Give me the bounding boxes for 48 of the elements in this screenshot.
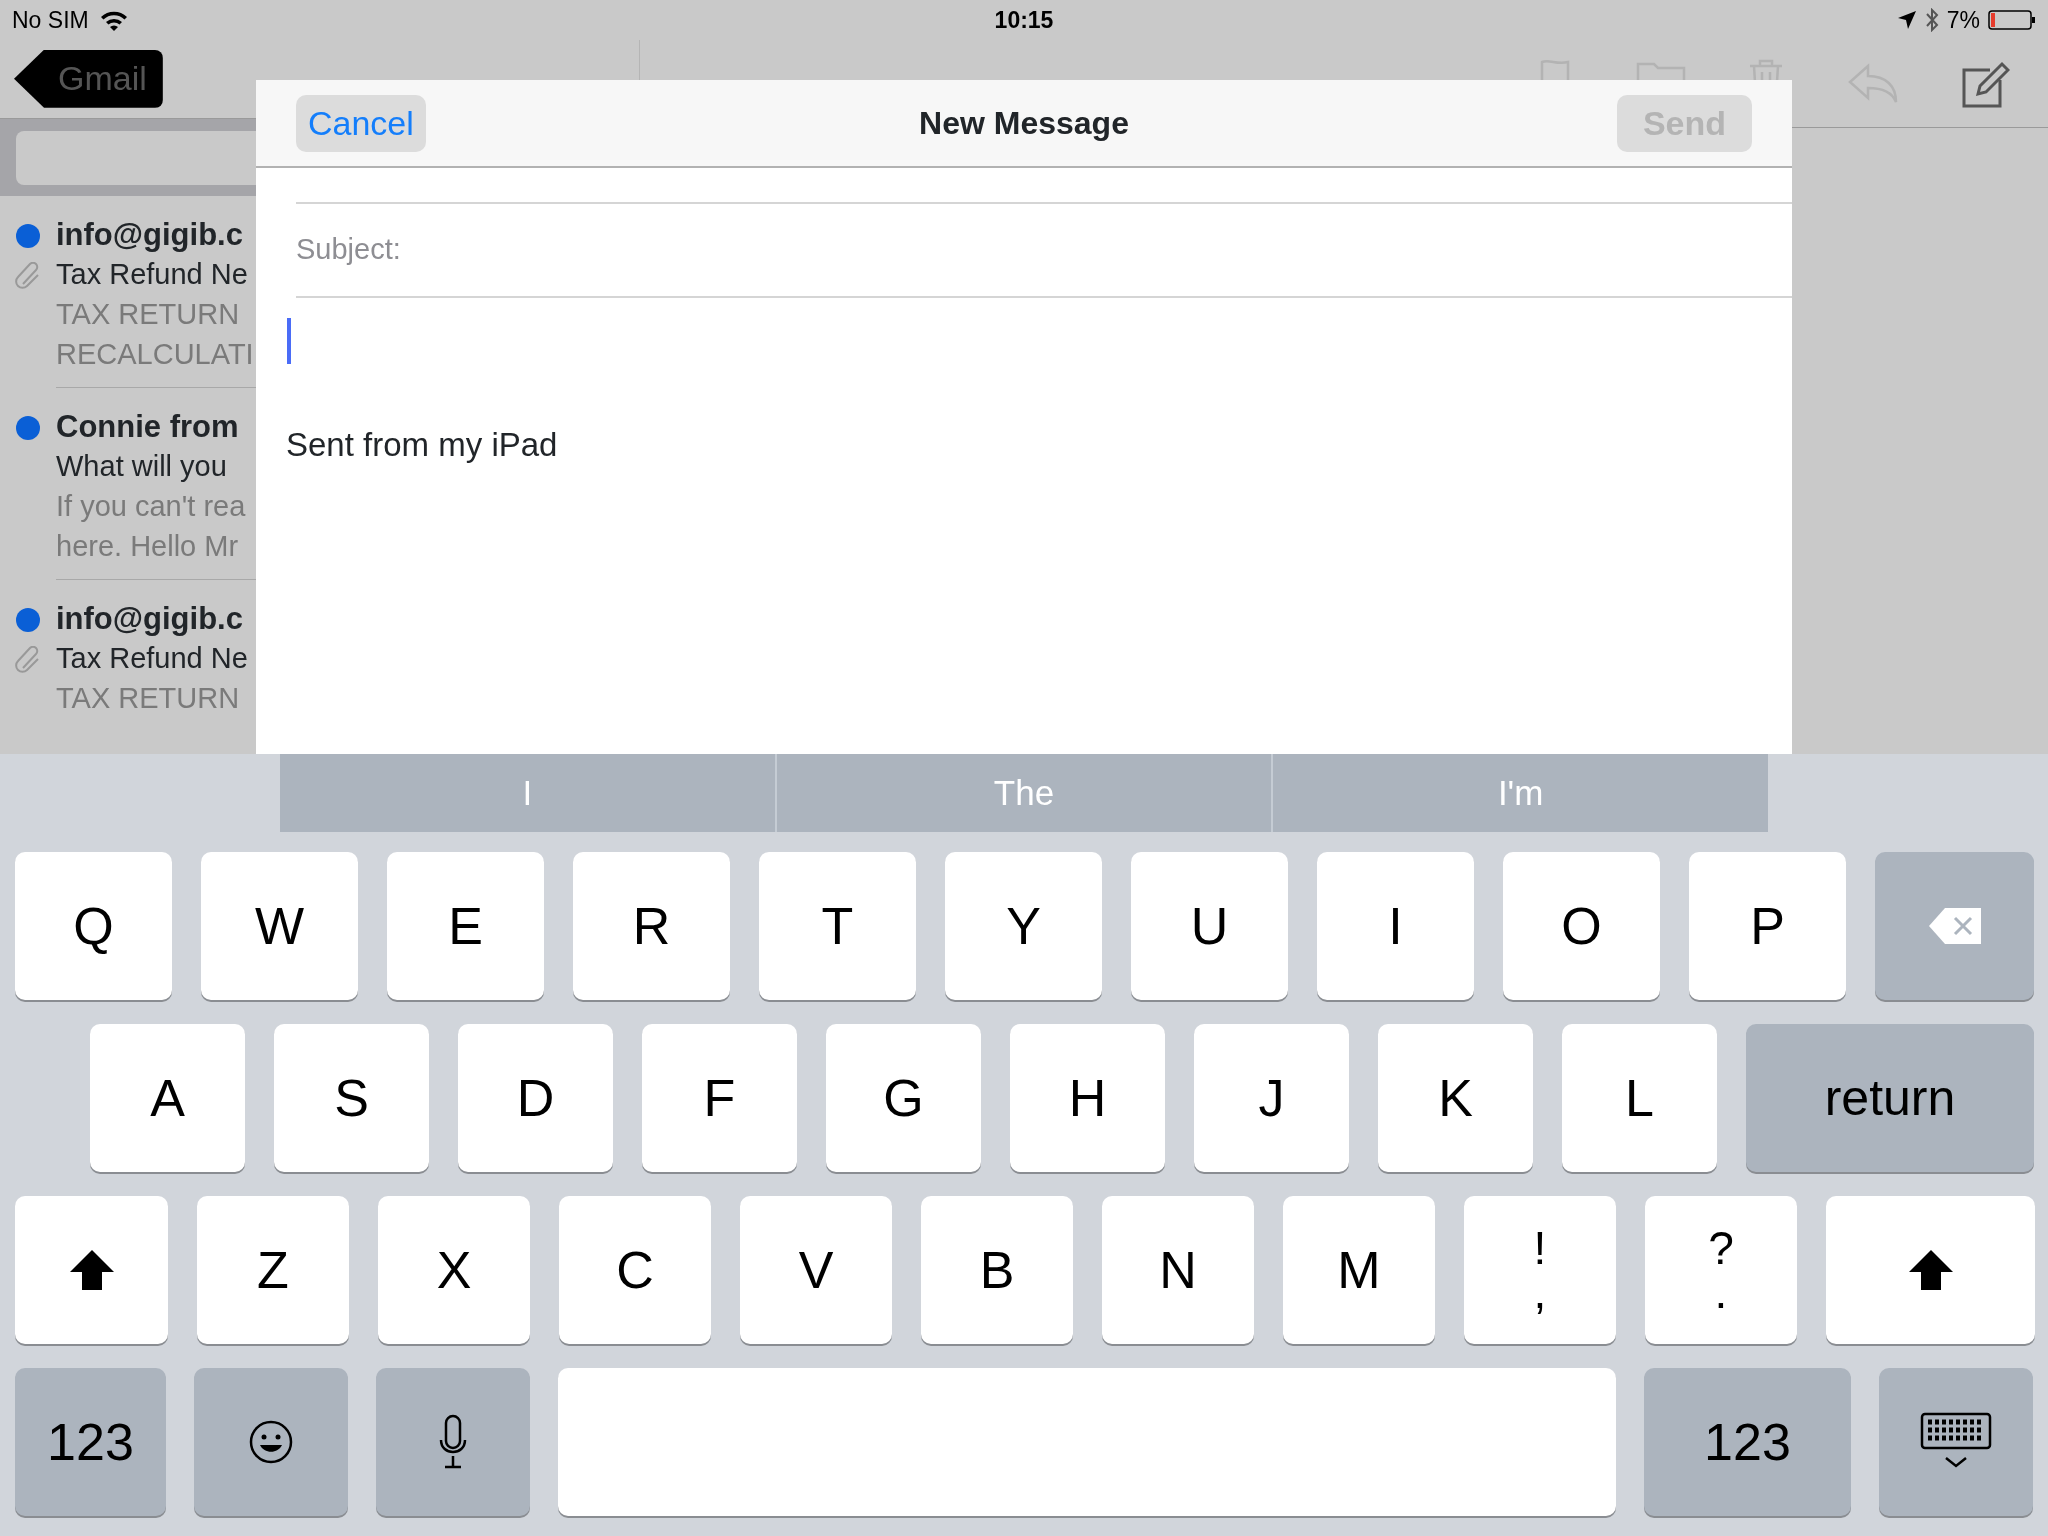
key[interactable]: W: [201, 852, 358, 1000]
key[interactable]: V: [740, 1196, 892, 1344]
subject-line: Tax Refund Ne: [56, 641, 249, 677]
key[interactable]: E: [387, 852, 544, 1000]
preview-text: If you can't rea: [56, 489, 247, 525]
key[interactable]: M: [1283, 1196, 1435, 1344]
key[interactable]: O: [1503, 852, 1660, 1000]
key[interactable]: D: [458, 1024, 613, 1172]
key[interactable]: ! ,: [1464, 1196, 1616, 1344]
carrier-label: No SIM: [12, 5, 89, 35]
key[interactable]: J: [1194, 1024, 1349, 1172]
key[interactable]: N: [1102, 1196, 1254, 1344]
subject-label: Subject:: [296, 232, 401, 268]
key[interactable]: T: [759, 852, 916, 1000]
key[interactable]: U: [1131, 852, 1288, 1000]
clock: 10:15: [994, 5, 1054, 35]
key[interactable]: F: [642, 1024, 797, 1172]
subject-line: Tax Refund Ne: [56, 257, 249, 293]
key[interactable]: R: [573, 852, 730, 1000]
key[interactable]: C: [559, 1196, 711, 1344]
key[interactable]: X: [378, 1196, 530, 1344]
key[interactable]: K: [1378, 1024, 1533, 1172]
numbers-key[interactable]: 123: [15, 1368, 166, 1516]
preview-text: TAX RETURN: [56, 297, 241, 333]
sender-name: info@gigib.c: [56, 216, 244, 255]
key[interactable]: A: [90, 1024, 245, 1172]
preview-text: here. Hello Mr: [56, 529, 240, 565]
key[interactable]: G: [826, 1024, 981, 1172]
key[interactable]: I: [1317, 852, 1474, 1000]
key[interactable]: ? .: [1645, 1196, 1797, 1344]
key[interactable]: S: [274, 1024, 429, 1172]
preview-text: TAX RETURN: [56, 681, 241, 717]
key[interactable]: P: [1689, 852, 1846, 1000]
preview-text: RECALCULATI: [56, 337, 255, 373]
sheet-title: New Message: [919, 104, 1129, 143]
key[interactable]: Y: [945, 852, 1102, 1000]
numbers-key[interactable]: 123: [1644, 1368, 1851, 1516]
key[interactable]: H: [1010, 1024, 1165, 1172]
key[interactable]: Z: [197, 1196, 349, 1344]
sender-name: Connie from: [56, 408, 240, 447]
key[interactable]: L: [1562, 1024, 1717, 1172]
key[interactable]: Q: [15, 852, 172, 1000]
sender-name: info@gigib.c: [56, 600, 244, 639]
key[interactable]: B: [921, 1196, 1073, 1344]
signature-text: Sent from my iPad: [286, 425, 558, 465]
return-key[interactable]: return: [1746, 1024, 2034, 1172]
battery-percent: 7%: [1946, 5, 1980, 35]
subject-line: What will you: [56, 449, 228, 485]
